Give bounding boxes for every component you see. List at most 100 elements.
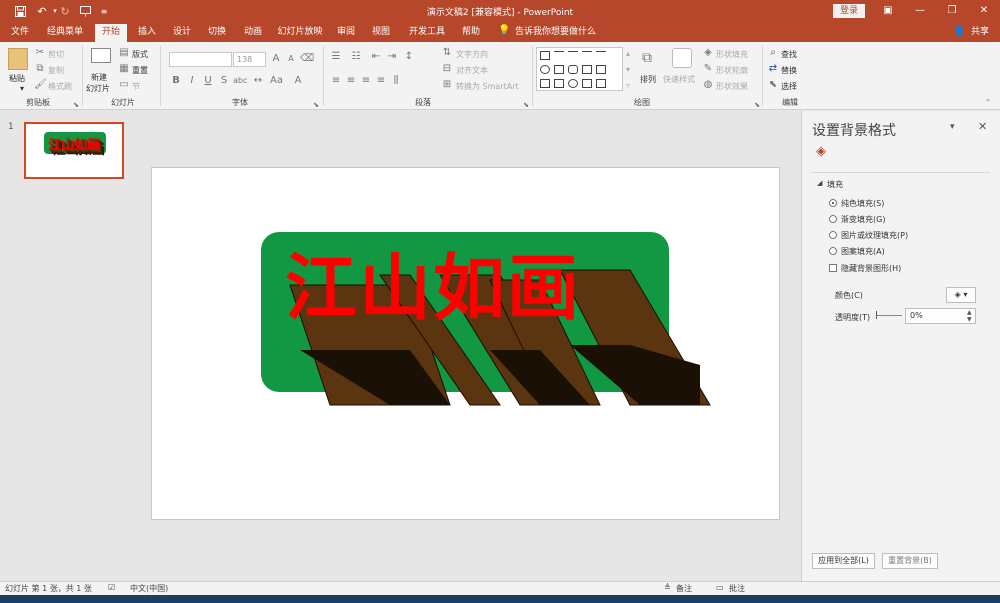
justify-icon[interactable]: ≡ xyxy=(375,75,387,87)
hide-bg-checkbox[interactable] xyxy=(829,264,837,272)
new-slide-button[interactable]: 新建 xyxy=(91,72,107,83)
align-text-icon[interactable]: ⊟ xyxy=(441,63,453,75)
shape-outline-button[interactable]: 形状轮廓 xyxy=(716,65,748,76)
convert-smartart-button[interactable]: 转换为 SmartArt xyxy=(456,81,519,92)
star-shape-icon[interactable] xyxy=(596,79,606,88)
quick-styles-button[interactable]: 快速样式 xyxy=(663,74,695,85)
panel-options-icon[interactable]: ▾ xyxy=(950,122,955,132)
elbow-shape-icon[interactable] xyxy=(596,65,606,74)
cut-button[interactable]: 剪切 xyxy=(48,49,64,60)
spinner-up-icon[interactable]: ▲ xyxy=(967,309,972,316)
new-slide-label[interactable]: 幻灯片 xyxy=(86,83,110,94)
gradient-fill-radio[interactable] xyxy=(829,215,837,223)
share-button[interactable]: 共享 xyxy=(966,25,994,42)
login-button[interactable]: 登录 xyxy=(833,4,865,18)
tab-help[interactable]: 帮助 xyxy=(456,25,486,42)
fill-section-header[interactable]: 填充 xyxy=(827,179,843,190)
increase-indent-icon[interactable]: ⇥ xyxy=(386,51,398,63)
bullets-icon[interactable]: ☰ xyxy=(330,51,342,63)
tab-developer[interactable]: 开发工具 xyxy=(404,25,450,42)
layout-button[interactable]: 版式 xyxy=(132,49,148,60)
paste-button[interactable]: 粘贴 xyxy=(9,73,25,84)
pencil-icon[interactable]: ✎ xyxy=(702,63,714,75)
tab-file[interactable]: 文件 xyxy=(5,25,35,42)
paste-dropdown-icon[interactable]: ▾ xyxy=(20,84,24,93)
increase-font-icon[interactable]: A xyxy=(270,53,282,65)
numbering-icon[interactable]: ☷ xyxy=(350,51,362,63)
select-icon[interactable]: ⬉ xyxy=(767,79,779,91)
notes-icon[interactable]: ≜ xyxy=(664,583,671,592)
ribbon-display-icon[interactable]: ▣ xyxy=(880,3,896,19)
language-indicator[interactable]: 中文(中国) xyxy=(130,583,168,594)
align-text-button[interactable]: 对齐文本 xyxy=(456,65,488,76)
change-case-icon[interactable]: Aa xyxy=(270,75,283,87)
gallery-more-icon[interactable]: ▿ xyxy=(626,81,630,90)
section-icon[interactable]: ▭ xyxy=(118,79,130,91)
solid-fill-radio[interactable] xyxy=(829,199,837,207)
font-dialog-launcher-icon[interactable]: ⬊ xyxy=(310,99,322,111)
arrow-shape-icon[interactable] xyxy=(568,51,578,60)
tab-classic-menu[interactable]: 经典菜单 xyxy=(40,25,90,42)
line-shape-icon[interactable] xyxy=(554,51,564,60)
quick-styles-icon[interactable] xyxy=(672,48,692,68)
reset-icon[interactable]: ▦ xyxy=(118,63,130,75)
layout-icon[interactable]: ▤ xyxy=(118,47,130,59)
columns-icon[interactable]: ⫼ xyxy=(390,75,402,87)
replace-button[interactable]: 替换 xyxy=(781,65,797,76)
notes-button[interactable]: 备注 xyxy=(676,583,692,594)
new-slide-icon[interactable] xyxy=(91,48,111,63)
rounded-rect-shape-icon[interactable] xyxy=(568,65,578,74)
shape-effects-button[interactable]: 形状效果 xyxy=(716,81,748,92)
copy-icon[interactable]: ⧉ xyxy=(34,63,46,75)
find-button[interactable]: 查找 xyxy=(781,49,797,60)
effects-icon[interactable]: ◍ xyxy=(702,79,714,91)
spinner-down-icon[interactable]: ▼ xyxy=(967,316,972,323)
tab-design[interactable]: 设计 xyxy=(167,25,197,42)
replace-icon[interactable]: ⇄ xyxy=(767,63,779,75)
reset-background-button[interactable]: 重置背景(B) xyxy=(882,553,938,569)
text-direction-button[interactable]: 文字方向 xyxy=(456,49,488,60)
arrange-button[interactable]: 排列 xyxy=(640,74,656,85)
reset-button[interactable]: 重置 xyxy=(132,65,148,76)
tab-slideshow[interactable]: 幻灯片放映 xyxy=(274,25,326,42)
double-arrow-shape-icon[interactable] xyxy=(582,51,592,60)
paint-bucket-icon[interactable]: ◈ xyxy=(702,47,714,59)
scissors-icon[interactable]: ✂ xyxy=(34,47,46,59)
gradient-fill-label[interactable]: 渐变填充(G) xyxy=(841,214,885,225)
smartart-icon[interactable]: ⊞ xyxy=(441,79,453,91)
tab-transitions[interactable]: 切换 xyxy=(202,25,232,42)
format-painter-icon[interactable]: 🖌 xyxy=(34,79,47,91)
gallery-scroll-up-icon[interactable]: ▴ xyxy=(626,49,630,58)
spellcheck-icon[interactable]: ☑ xyxy=(108,583,115,592)
rect-shape-icon[interactable] xyxy=(554,65,564,74)
align-right-icon[interactable]: ≡ xyxy=(360,75,372,87)
tell-me-search[interactable]: 告诉我你想要做什么 xyxy=(515,25,605,42)
close-icon[interactable]: ✕ xyxy=(976,3,992,19)
tab-home[interactable]: 开始 xyxy=(95,24,127,42)
clear-format-icon[interactable]: ⌫ xyxy=(300,53,314,65)
minimize-icon[interactable]: — xyxy=(912,3,928,19)
triangle-shape-icon[interactable] xyxy=(582,65,592,74)
section-collapse-icon[interactable]: ◢ xyxy=(817,179,822,187)
bold-icon[interactable]: B xyxy=(170,75,182,87)
arrange-icon[interactable]: ⧉ xyxy=(641,51,653,65)
strikethrough-icon[interactable]: abc xyxy=(233,75,247,87)
slide-thumbnail[interactable]: 江山如画 xyxy=(24,122,124,179)
fill-bucket-icon[interactable]: ◈ xyxy=(816,144,826,159)
tab-animations[interactable]: 动画 xyxy=(237,25,269,42)
underline-icon[interactable]: U xyxy=(202,75,214,87)
shadow-icon[interactable]: S xyxy=(218,75,230,87)
tab-insert[interactable]: 插入 xyxy=(132,25,162,42)
color-picker-button[interactable]: ◈ ▾ xyxy=(946,287,976,303)
picture-fill-radio[interactable] xyxy=(829,231,837,239)
font-name-combo[interactable] xyxy=(169,52,232,67)
curve-shape-icon[interactable] xyxy=(568,79,578,88)
transparency-slider-thumb[interactable] xyxy=(876,311,877,319)
line2-shape-icon[interactable] xyxy=(596,51,606,60)
transparency-input[interactable]: 0% xyxy=(905,308,976,324)
align-left-icon[interactable]: ≡ xyxy=(330,75,342,87)
oval-shape-icon[interactable] xyxy=(540,65,550,74)
shape-gallery[interactable] xyxy=(536,47,623,91)
apply-to-all-button[interactable]: 应用到全部(L) xyxy=(812,553,875,569)
arrow-down-shape-icon[interactable] xyxy=(554,79,564,88)
